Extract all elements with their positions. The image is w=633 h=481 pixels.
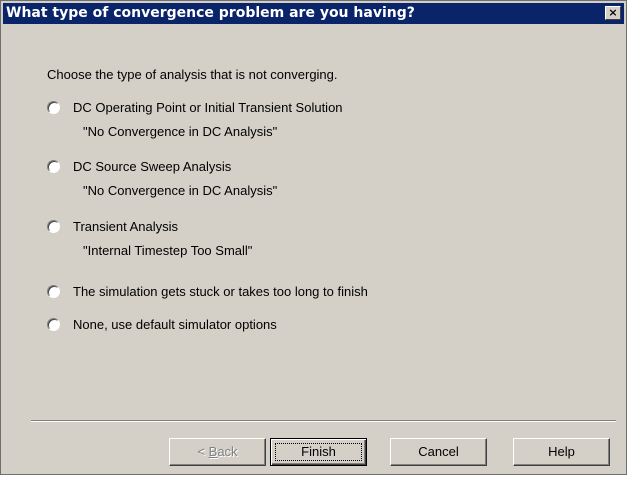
separator: [31, 420, 616, 422]
close-icon: ×: [608, 6, 618, 19]
back-prefix: <: [197, 444, 209, 459]
option-label: DC Source Sweep Analysis: [73, 159, 232, 174]
cancel-button[interactable]: Cancel: [390, 438, 487, 466]
radio-button[interactable]: [47, 318, 60, 331]
title-bar: What type of convergence problem are you…: [3, 3, 624, 24]
option-label: The simulation gets stuck or takes too l…: [73, 284, 368, 299]
option-subtitle: "No Convergence in DC Analysis": [83, 183, 278, 198]
back-button[interactable]: < Back: [169, 438, 266, 466]
dialog-title: What type of convergence problem are you…: [6, 5, 415, 21]
help-label: Help: [548, 444, 575, 459]
back-rest: ack: [217, 444, 238, 459]
radio-button[interactable]: [47, 160, 60, 173]
radio-button[interactable]: [47, 220, 60, 233]
focus-rect: [275, 443, 362, 461]
close-button[interactable]: ×: [605, 6, 621, 20]
finish-button[interactable]: Finish: [270, 438, 367, 466]
help-button[interactable]: Help: [513, 438, 610, 466]
option-label: DC Operating Point or Initial Transient …: [73, 100, 343, 115]
option-subtitle: "No Convergence in DC Analysis": [83, 124, 278, 139]
radio-button[interactable]: [47, 285, 60, 298]
radio-button[interactable]: [47, 101, 60, 114]
instruction-text: Choose the type of analysis that is not …: [47, 67, 338, 82]
option-label: None, use default simulator options: [73, 317, 277, 332]
option-label: Transient Analysis: [73, 219, 179, 234]
option-subtitle: "Internal Timestep Too Small": [83, 243, 253, 258]
convergence-dialog: What type of convergence problem are you…: [0, 0, 627, 475]
cancel-label: Cancel: [418, 444, 459, 459]
